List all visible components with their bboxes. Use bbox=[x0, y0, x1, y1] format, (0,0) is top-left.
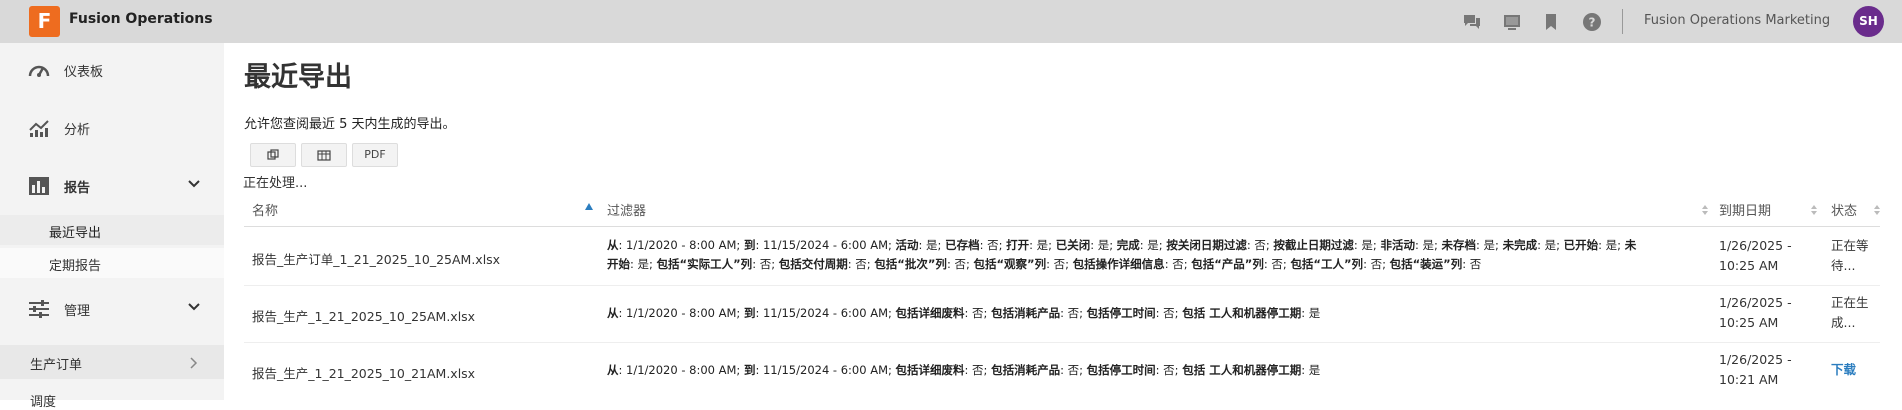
sidebar-item-label: 管理 bbox=[64, 304, 91, 319]
filter-line: 从: 1/1/2020 - 8:00 AM; 到: 11/15/2024 - 6… bbox=[607, 238, 1637, 252]
table-row-3-name[interactable]: 报告_生产_1_21_2025_10_21AM.xlsx bbox=[252, 363, 475, 382]
table-header-divider bbox=[244, 226, 1880, 227]
sidebar-item-production-orders[interactable]: 生产订单 bbox=[0, 345, 224, 379]
table-row-1-status: 正在等 待... bbox=[1831, 238, 1869, 273]
app-title[interactable]: Fusion Operations bbox=[69, 11, 213, 27]
chat-icon[interactable] bbox=[1462, 12, 1482, 32]
sidebar-item-reports[interactable]: 报告 bbox=[0, 166, 224, 206]
columns-icon bbox=[317, 150, 331, 161]
sidebar-item-label: 仪表板 bbox=[64, 65, 104, 80]
sort-icon[interactable] bbox=[1810, 204, 1818, 216]
row-divider bbox=[244, 285, 1880, 286]
sort-ascending-icon[interactable] bbox=[585, 203, 593, 210]
column-header-status[interactable]: 状态 bbox=[1831, 200, 1857, 219]
app-logo[interactable]: F bbox=[29, 6, 60, 37]
filter-line: 从: 1/1/2020 - 8:00 AM; 到: 11/15/2024 - 6… bbox=[607, 306, 1321, 320]
processing-status: 正在处理... bbox=[243, 176, 308, 191]
table-row-1-expiry: 1/26/2025 -10:25 AM bbox=[1719, 238, 1792, 273]
sidebar-item-label: 生产订单 bbox=[30, 358, 83, 373]
sidebar-item-label: 调度 bbox=[30, 395, 57, 410]
bookmark-icon[interactable] bbox=[1541, 12, 1561, 32]
sidebar-subitem-label: 最近导出 bbox=[49, 226, 102, 241]
sidebar-item-analytics[interactable]: 分析 bbox=[0, 108, 224, 148]
page-title: 最近导出 bbox=[244, 62, 352, 93]
chevron-down-icon[interactable] bbox=[188, 303, 200, 311]
report-icon bbox=[29, 177, 49, 195]
pdf-button[interactable]: PDF bbox=[352, 143, 398, 167]
table-row-2-filter: 从: 1/1/2020 - 8:00 AM; 到: 11/15/2024 - 6… bbox=[607, 304, 1707, 323]
monitor-icon[interactable] bbox=[1502, 12, 1522, 32]
column-header-expiry[interactable]: 到期日期 bbox=[1719, 200, 1771, 219]
analytics-icon bbox=[29, 120, 49, 137]
column-header-filter[interactable]: 过滤器 bbox=[607, 200, 646, 219]
row-divider bbox=[244, 342, 1880, 343]
sidebar-subitem-recent-exports[interactable]: 最近导出 bbox=[0, 215, 224, 245]
copy-button[interactable] bbox=[250, 143, 296, 167]
table-row-1-name[interactable]: 报告_生产订单_1_21_2025_10_25AM.xlsx bbox=[252, 249, 500, 268]
filter-line: 开始: 是; 包括“实际工人”列: 否; 包括交付周期: 否; 包括“批次”列:… bbox=[607, 257, 1482, 271]
columns-button[interactable] bbox=[301, 143, 347, 167]
table-row-3-filter: 从: 1/1/2020 - 8:00 AM; 到: 11/15/2024 - 6… bbox=[607, 361, 1707, 380]
settings-sliders-icon bbox=[29, 300, 49, 318]
column-header-name[interactable]: 名称 bbox=[252, 200, 278, 219]
sidebar-item-label: 分析 bbox=[64, 123, 91, 138]
table-row-1-filter: 从: 1/1/2020 - 8:00 AM; 到: 11/15/2024 - 6… bbox=[607, 236, 1707, 274]
sidebar-subitem-label: 定期报告 bbox=[49, 259, 102, 274]
sidebar: 仪表板 分析 报告 最近导出 定期报告 管理 生产订单 调度 bbox=[0, 43, 224, 410]
sort-icon[interactable] bbox=[1873, 204, 1881, 216]
chevron-down-icon[interactable] bbox=[188, 180, 200, 188]
sidebar-item-dashboard[interactable]: 仪表板 bbox=[0, 50, 224, 90]
sidebar-item-label: 报告 bbox=[64, 181, 91, 196]
chevron-right-icon bbox=[190, 357, 198, 369]
table-row-2-expiry: 1/26/2025 -10:25 AM bbox=[1719, 295, 1792, 330]
table-row-2-status: 正在生 成... bbox=[1831, 295, 1869, 330]
user-avatar[interactable]: SH bbox=[1853, 6, 1884, 37]
top-bar: F Fusion Operations ? Fusion Operations … bbox=[0, 0, 1902, 43]
sidebar-item-management[interactable]: 管理 bbox=[0, 289, 224, 329]
dashboard-icon bbox=[28, 65, 50, 77]
copy-icon bbox=[267, 149, 279, 160]
organization-name[interactable]: Fusion Operations Marketing bbox=[1644, 13, 1830, 28]
sort-icon[interactable] bbox=[1701, 204, 1709, 216]
sidebar-subitem-scheduled-reports[interactable]: 定期报告 bbox=[0, 248, 224, 278]
svg-text:?: ? bbox=[1589, 16, 1596, 30]
table-row-3-status: 下载 bbox=[1831, 360, 1891, 380]
download-link[interactable]: 下载 bbox=[1831, 362, 1856, 377]
filter-line: 从: 1/1/2020 - 8:00 AM; 到: 11/15/2024 - 6… bbox=[607, 363, 1321, 377]
table-row-3-expiry: 1/26/2025 -10:21 AM bbox=[1719, 352, 1792, 387]
page-description: 允许您查阅最近 5 天内生成的导出。 bbox=[244, 117, 456, 132]
table-row-2-name[interactable]: 报告_生产_1_21_2025_10_25AM.xlsx bbox=[252, 306, 475, 325]
help-icon[interactable]: ? bbox=[1582, 12, 1602, 32]
header-divider bbox=[1622, 9, 1623, 34]
